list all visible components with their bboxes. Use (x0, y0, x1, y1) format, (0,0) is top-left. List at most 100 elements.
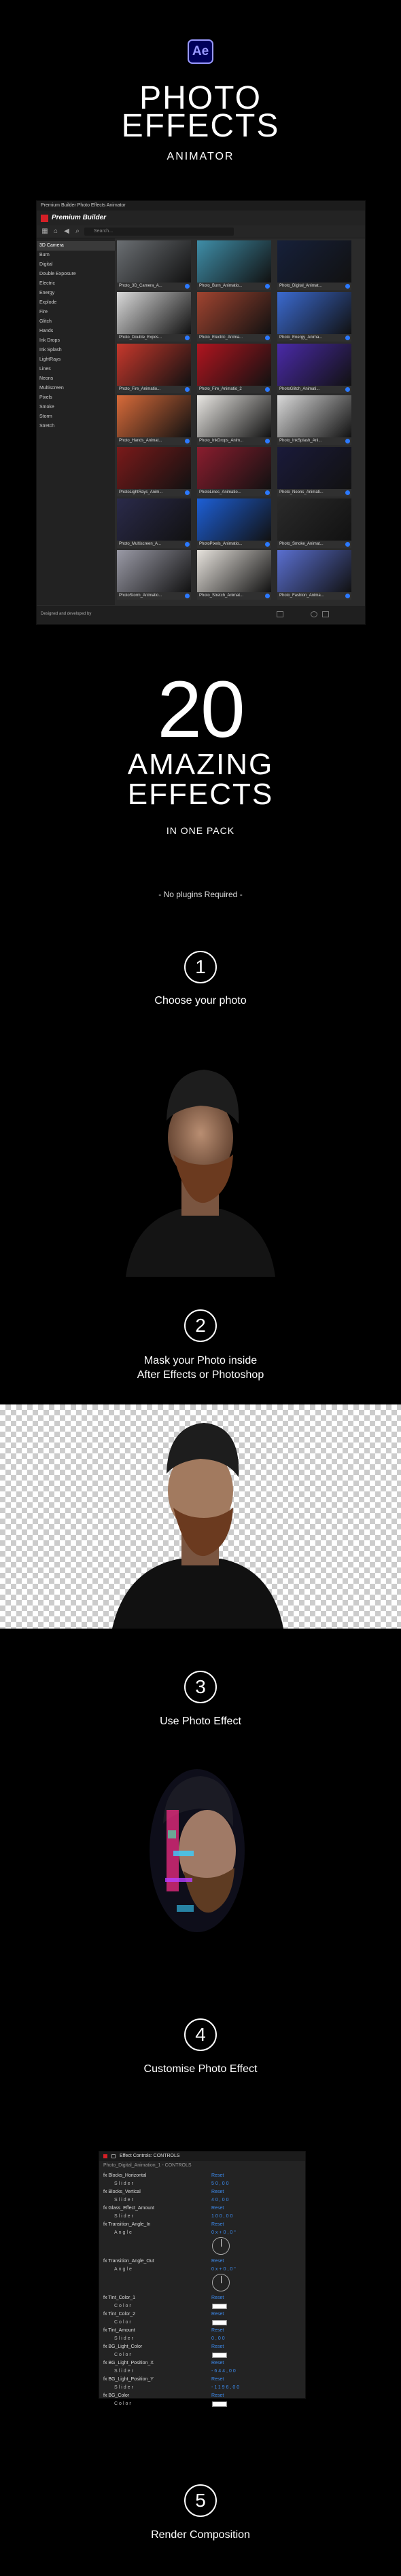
apply-icon[interactable] (185, 439, 190, 443)
property-row[interactable]: Slider -644,00 (99, 2368, 305, 2375)
effect-row[interactable]: fx BG_Light_Position_X Reset (99, 2359, 305, 2367)
property-value[interactable]: 100,00 (211, 2213, 234, 2220)
property-row[interactable]: Color (99, 2351, 305, 2359)
property-value[interactable]: -1196,00 (211, 2384, 241, 2391)
reset-link[interactable]: Reset (211, 2172, 224, 2179)
effect-thumbnail[interactable]: Photo_Multiscreen_A... (117, 498, 191, 549)
expand-button[interactable] (322, 611, 329, 617)
apply-icon[interactable] (345, 387, 350, 392)
effect-row[interactable]: fx Transition_Angle_In Reset (99, 2221, 305, 2228)
property-row[interactable]: Angle 0x+0,0° (99, 2229, 305, 2236)
effect-thumbnail[interactable]: Photo_InkDrops_Anim... (197, 395, 271, 446)
reset-link[interactable]: Reset (211, 2310, 224, 2318)
reset-link[interactable]: Reset (211, 2221, 224, 2228)
effect-row[interactable]: fx Blocks_Vertical Reset (99, 2188, 305, 2196)
property-row[interactable]: Slider 50,00 (99, 2180, 305, 2188)
sidebar-item[interactable]: Ink Drops (37, 336, 115, 346)
color-swatch[interactable] (212, 2401, 227, 2407)
property-value[interactable]: 40,00 (211, 2196, 230, 2204)
effect-thumbnail[interactable]: Photo_Fashion_Anima... (277, 550, 351, 600)
search-input[interactable]: Search... (84, 228, 234, 236)
sidebar-item[interactable]: Stretch (37, 422, 115, 431)
property-row[interactable]: Color (99, 2319, 305, 2326)
apply-icon[interactable] (345, 439, 350, 443)
home-icon[interactable]: ⌂ (52, 228, 60, 236)
apply-icon[interactable] (185, 335, 190, 340)
effect-row[interactable]: fx Tint_Amount Reset (99, 2327, 305, 2334)
sidebar-item[interactable]: Storm (37, 412, 115, 422)
effect-thumbnail[interactable]: PhotoStorm_Animatio... (117, 550, 191, 600)
sidebar-item[interactable]: Lines (37, 365, 115, 374)
effect-row[interactable]: fx BG_Color Reset (99, 2392, 305, 2399)
apply-icon[interactable] (265, 387, 270, 392)
sidebar-item[interactable]: Smoke (37, 403, 115, 412)
effect-thumbnail[interactable]: Photo_Fire_Animatio_2 (197, 344, 271, 394)
effect-thumbnail[interactable]: PhotoGlitch_Animati... (277, 344, 351, 394)
apply-icon[interactable] (345, 594, 350, 598)
reset-link[interactable]: Reset (211, 2392, 224, 2399)
sidebar-item[interactable]: Ink Splash (37, 346, 115, 355)
effect-controls-header[interactable]: Effect Controls: CONTROLS (99, 2152, 305, 2161)
property-value[interactable]: -644,00 (211, 2368, 237, 2375)
property-row[interactable]: Color (99, 2302, 305, 2310)
apply-icon[interactable] (345, 284, 350, 289)
layout-button[interactable] (277, 611, 283, 617)
reset-link[interactable]: Reset (211, 2257, 224, 2265)
reset-link[interactable]: Reset (211, 2376, 224, 2383)
grid-view-icon[interactable]: ▦ (41, 228, 49, 236)
effect-thumbnail[interactable]: Photo_Energy_Anima... (277, 292, 351, 342)
sidebar-item[interactable]: Digital (37, 260, 115, 270)
effect-thumbnail[interactable]: Photo_Electric_Anima... (197, 292, 271, 342)
lock-icon[interactable] (111, 2154, 116, 2158)
apply-icon[interactable] (185, 387, 190, 392)
effect-thumbnail[interactable]: Photo_Double_Expos... (117, 292, 191, 342)
effect-thumbnail[interactable]: Photo_Stretch_Animat... (197, 550, 271, 600)
reset-link[interactable]: Reset (211, 2188, 224, 2196)
sidebar-item[interactable]: Pixels (37, 393, 115, 403)
close-icon[interactable] (103, 2154, 107, 2158)
property-row[interactable]: Slider 0,00 (99, 2335, 305, 2342)
reset-link[interactable]: Reset (211, 2343, 224, 2351)
property-value[interactable]: 0x+0,0° (211, 2229, 237, 2236)
sidebar-item[interactable]: Burn (37, 251, 115, 260)
effect-thumbnail[interactable]: Photo_3D_Camera_A... (117, 240, 191, 291)
sidebar-item[interactable]: LightRays (37, 355, 115, 365)
sidebar-item[interactable]: Double Exposure (37, 270, 115, 279)
sidebar-item[interactable]: Electric (37, 279, 115, 289)
apply-icon[interactable] (265, 439, 270, 443)
reset-link[interactable]: Reset (211, 2205, 224, 2212)
property-row[interactable]: Angle 0x+0,0° (99, 2266, 305, 2273)
effect-thumbnail[interactable]: Photo_Hands_Animat... (117, 395, 191, 446)
apply-icon[interactable] (265, 594, 270, 598)
apply-icon[interactable] (345, 542, 350, 547)
effect-thumbnail[interactable]: Photo_InkSplash_Ani... (277, 395, 351, 446)
apply-icon[interactable] (185, 542, 190, 547)
property-row[interactable]: Slider 100,00 (99, 2213, 305, 2220)
effect-row[interactable]: fx BG_Light_Color Reset (99, 2343, 305, 2351)
apply-icon[interactable] (265, 284, 270, 289)
effect-thumbnail[interactable]: Photo_Burn_Animatio... (197, 240, 271, 291)
property-value[interactable]: 0,00 (211, 2335, 226, 2342)
effect-row[interactable]: fx Tint_Color_1 Reset (99, 2294, 305, 2302)
apply-icon[interactable] (185, 284, 190, 289)
property-value[interactable]: 50,00 (211, 2180, 230, 2188)
back-icon[interactable]: ◀ (63, 228, 71, 236)
apply-icon[interactable] (345, 335, 350, 340)
property-value[interactable]: 0x+0,0° (211, 2266, 237, 2273)
property-row[interactable]: Color (99, 2400, 305, 2408)
angle-dial[interactable] (212, 2274, 230, 2291)
effect-row[interactable]: fx Transition_Angle_Out Reset (99, 2257, 305, 2265)
sidebar-item[interactable]: Explode (37, 298, 115, 308)
property-row[interactable]: Slider 40,00 (99, 2196, 305, 2204)
effect-thumbnail[interactable]: Photo_Smoke_Animat... (277, 498, 351, 549)
apply-icon[interactable] (185, 490, 190, 495)
apply-icon[interactable] (265, 335, 270, 340)
panel-tab[interactable]: Premium Builder Photo Effects Animator (37, 201, 365, 211)
effect-thumbnail[interactable]: Photo_Fire_Animatio... (117, 344, 191, 394)
angle-dial[interactable] (212, 2237, 230, 2255)
sidebar-item[interactable]: Energy (37, 289, 115, 298)
sidebar-item[interactable]: Multiscreen (37, 384, 115, 393)
color-swatch[interactable] (212, 2304, 227, 2309)
effect-thumbnail[interactable]: Photo_Digital_Animat... (277, 240, 351, 291)
reset-link[interactable]: Reset (211, 2294, 224, 2302)
